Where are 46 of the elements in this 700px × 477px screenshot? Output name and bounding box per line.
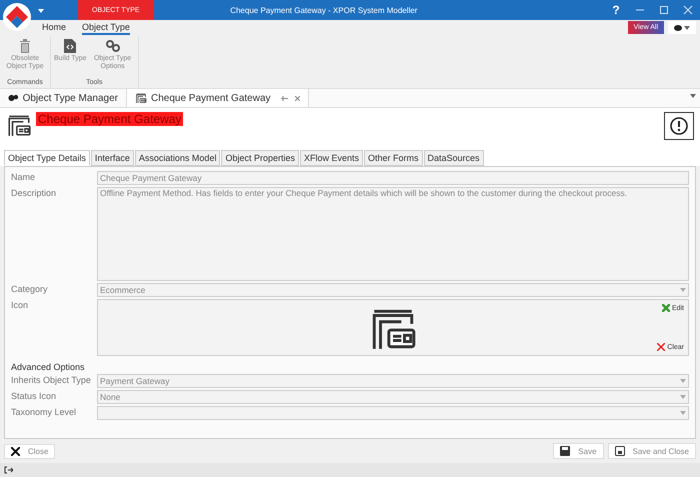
field-label: Name	[11, 171, 36, 184]
close-icon	[11, 446, 20, 456]
field-label: Icon	[11, 299, 30, 312]
document-tab[interactable]: Cheque Payment Gateway	[126, 88, 309, 107]
form-tab[interactable]: Other Forms	[364, 150, 423, 166]
edit-icon	[662, 304, 670, 312]
save-icon	[560, 446, 570, 456]
alert-icon	[670, 117, 688, 135]
eye-icon	[674, 24, 682, 30]
window-title: Cheque Payment Gateway - XPOR System Modeller	[229, 6, 418, 14]
clear-icon	[657, 343, 666, 351]
combo-field[interactable]	[97, 406, 689, 420]
tab-label: Cheque Payment Gateway	[151, 92, 271, 104]
save-button[interactable]: Save	[553, 443, 604, 459]
ribbon-tab[interactable]: Object Type	[82, 21, 130, 35]
cheque-icon	[135, 92, 147, 104]
tab-label: Object Type Manager	[22, 92, 118, 104]
field-label: Category	[11, 283, 49, 296]
view-dropdown[interactable]	[668, 21, 696, 34]
sign-out-icon[interactable]	[4, 466, 13, 474]
form-tab[interactable]: Object Type Details	[4, 150, 90, 166]
field-label: Taxonomy Level	[11, 406, 78, 419]
form-tab[interactable]: DataSources	[424, 150, 484, 166]
close-button[interactable]: Close	[4, 444, 56, 458]
field-label: Inherits Object Type	[11, 374, 92, 387]
form-tab[interactable]: Interface	[90, 150, 134, 166]
alert-button[interactable]	[664, 112, 694, 140]
field-label: Description	[11, 187, 58, 200]
pin-icon[interactable]	[280, 96, 288, 100]
form-tab[interactable]: XFlow Events	[300, 150, 364, 166]
help-button[interactable]: ?	[604, 3, 628, 17]
object-title: Cheque Payment Gateway	[36, 112, 184, 126]
trash-icon	[19, 39, 31, 53]
field-label: Status Icon	[11, 390, 58, 403]
caret-icon[interactable]	[38, 8, 44, 12]
save-icon	[614, 446, 625, 456]
save-and-close-button[interactable]: Save and Close	[608, 443, 696, 459]
document-tab[interactable]: Object Type Manager	[0, 89, 126, 107]
form-tab[interactable]: Associations Model	[134, 150, 220, 166]
caret-icon[interactable]	[684, 26, 690, 30]
section-heading: Advanced Options	[11, 362, 86, 372]
code-file-icon	[64, 39, 76, 53]
ribbon-tab[interactable]: Home	[42, 21, 66, 35]
caret-icon[interactable]	[690, 94, 696, 98]
form-tab[interactable]: Object Properties	[221, 150, 299, 166]
close-icon[interactable]	[294, 96, 300, 100]
